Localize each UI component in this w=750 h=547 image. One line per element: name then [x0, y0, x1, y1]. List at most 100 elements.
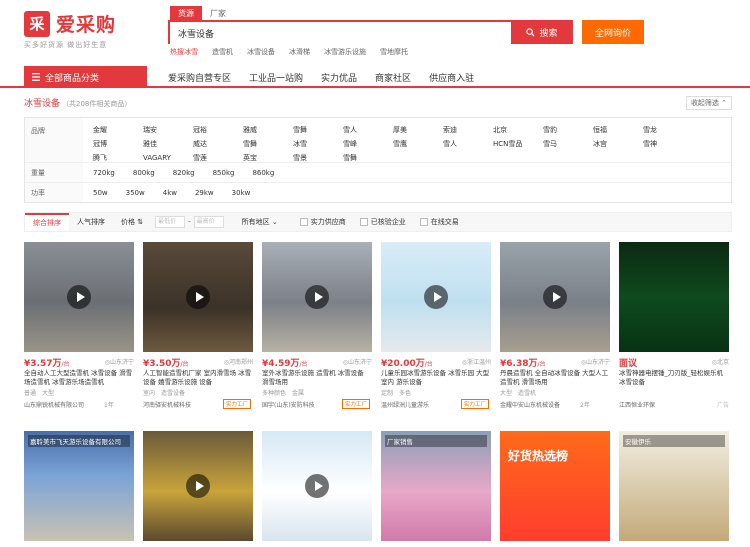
filter-option[interactable]: 4kw [163, 186, 177, 200]
hot-term[interactable]: 冰雪设备 [247, 47, 275, 57]
filter-option[interactable]: 29kw [195, 186, 214, 200]
filter-option[interactable]: 850kg [213, 166, 235, 180]
company-name[interactable]: 温州绿洲儿童游乐 [381, 400, 461, 409]
filter-option[interactable]: 350w [126, 186, 145, 200]
company-name[interactable]: 江西恒业环保 [619, 400, 699, 409]
checkbox[interactable] [359, 218, 368, 226]
filter-option[interactable]: 冠博 [93, 137, 143, 151]
product-card[interactable]: 嘉聆美市飞天游乐设备有限公司 [24, 431, 134, 547]
filter-option[interactable]: 冠裕 [193, 123, 243, 137]
filter-option[interactable]: 索迪 [443, 123, 493, 137]
filter-option[interactable]: 恒福 [593, 123, 643, 137]
product-image[interactable] [262, 242, 372, 352]
collapse-filters-button[interactable]: 收起筛选 ⌃ [686, 96, 732, 110]
nav-link[interactable]: 工业品一站购 [249, 71, 303, 84]
product-card[interactable]: ¥20.00万/台 ◎浙江温州 儿童乐园冰雪游乐设备 冰雪乐园 大型室内 游乐设备定… [381, 242, 491, 418]
product-card[interactable]: 安徽伊乐 [619, 431, 729, 547]
play-icon[interactable] [305, 285, 329, 309]
product-card[interactable] [262, 431, 372, 547]
all-categories-button[interactable]: 全部商品分类 [24, 66, 147, 88]
logo[interactable]: 采 爱采购 [24, 10, 116, 37]
play-icon[interactable] [67, 285, 91, 309]
filter-option[interactable]: HCN雪品 [493, 137, 543, 151]
filter-option[interactable]: 820kg [173, 166, 195, 180]
product-image[interactable]: 好货热选榜 [500, 431, 610, 541]
play-icon[interactable] [186, 285, 210, 309]
filter-option[interactable]: 雪鹰 [393, 137, 443, 151]
product-image[interactable] [262, 431, 372, 541]
filter-option[interactable]: 雅威 [243, 123, 293, 137]
sort-default[interactable]: 综合排序 [25, 213, 69, 231]
product-card[interactable] [143, 431, 253, 547]
company-name[interactable]: 金耀中安山东机械设备 [500, 400, 580, 409]
filter-option[interactable]: 雪舞 [243, 137, 293, 151]
company-name[interactable]: 山东鼎锐机械有限公司 [24, 400, 104, 409]
company-name[interactable]: 国宇(山东)安防科技 [262, 400, 342, 409]
product-image[interactable] [24, 242, 134, 352]
filter-option[interactable]: 北京 [493, 123, 543, 137]
search-tab-factory[interactable]: 厂家 [202, 6, 234, 21]
filter-option[interactable]: 雪人 [443, 137, 493, 151]
filter-option[interactable]: 雪龙 [643, 123, 693, 137]
filter-option[interactable]: 雪人 [343, 123, 393, 137]
hot-term[interactable]: 冰雪游乐设施 [324, 47, 366, 57]
filter-option[interactable]: 冰宫 [593, 137, 643, 151]
nav-link[interactable]: 爱采购自营专区 [168, 71, 231, 84]
product-image[interactable]: 嘉聆美市飞天游乐设备有限公司 [24, 431, 134, 541]
product-image[interactable]: 安徽伊乐 [619, 431, 729, 541]
filter-option[interactable]: 30kw [232, 186, 251, 200]
filter-option[interactable]: 冰雪 [293, 137, 343, 151]
price-max-input[interactable]: 最高价 [193, 216, 224, 228]
play-icon[interactable] [543, 285, 567, 309]
search-tab-goods[interactable]: 货源 [170, 6, 202, 21]
product-image[interactable] [619, 242, 729, 352]
filter-option[interactable]: 厚美 [393, 123, 443, 137]
filter-option[interactable]: 雪峰 [343, 137, 393, 151]
product-title[interactable]: 人工智能造雪机厂家 室内滑雪场 冰雪设备 嬉雪游乐设施 设备 [143, 369, 253, 387]
search-input[interactable] [170, 23, 511, 44]
product-card[interactable]: 厂家销售 [381, 431, 491, 547]
product-title[interactable]: 儿童乐园冰雪游乐设备 冰雪乐园 大型室内 游乐设备 [381, 369, 491, 387]
hot-term[interactable]: 冰滑梯 [289, 47, 310, 57]
company-name[interactable]: 河南驿安机械科技 [143, 400, 223, 409]
filter-option[interactable]: 720kg [93, 166, 115, 180]
filter-option[interactable]: 瑞安 [143, 123, 193, 137]
hot-term[interactable]: 雪地摩托 [380, 47, 408, 57]
region-select[interactable]: 所有地区 ⌄ [234, 213, 286, 231]
nav-link[interactable]: 商家社区 [375, 71, 411, 84]
product-card[interactable]: 好货热选榜 [500, 431, 610, 547]
play-icon[interactable] [424, 285, 448, 309]
product-title[interactable]: 丹晨造雪机 全自动冰雪设备 大型人工造雪机 滑雪场用 [500, 369, 610, 387]
product-image[interactable] [143, 242, 253, 352]
product-card[interactable]: ¥6.38万/台 ◎山东济宁 丹晨造雪机 全自动冰雪设备 大型人工造雪机 滑雪场用大… [500, 242, 610, 418]
product-title[interactable]: 全自动人工大型造雪机 冰雪设备 滑雪场造雪机 冰雪游乐场造雪机 [24, 369, 134, 387]
filter-verified-supplier[interactable]: 实力供应商 [299, 217, 346, 227]
filter-option[interactable]: 雪豹 [543, 123, 593, 137]
filter-option[interactable]: 雅佳 [143, 137, 193, 151]
nav-link[interactable]: 实力优品 [321, 71, 357, 84]
sort-popularity[interactable]: 人气排序 [69, 213, 113, 231]
filter-option[interactable]: 威达 [193, 137, 243, 151]
filter-option[interactable]: 雪神 [643, 137, 693, 151]
nav-link[interactable]: 供应商入驻 [429, 71, 474, 84]
filter-option[interactable]: 雪马 [543, 137, 593, 151]
product-card[interactable]: ¥3.57万/台 ◎山东济宁 全自动人工大型造雪机 冰雪设备 滑雪场造雪机 冰雪游乐… [24, 242, 134, 418]
hot-term[interactable]: 造雪机 [212, 47, 233, 57]
search-button[interactable]: 搜索 [511, 20, 573, 44]
filter-option[interactable]: 800kg [133, 166, 155, 180]
price-min-input[interactable]: 最低价 [155, 216, 186, 228]
product-image[interactable] [381, 242, 491, 352]
sort-price[interactable]: 价格 ⇅ [113, 213, 151, 231]
filter-option[interactable]: 50w [93, 186, 108, 200]
product-image[interactable] [500, 242, 610, 352]
product-card[interactable]: 面议 ◎北京 冰雪神器电摆锤_刀刃版_轻松娱乐机 冰雪设备 江西恒业环保 广告 [619, 242, 729, 418]
product-image[interactable] [143, 431, 253, 541]
product-title[interactable]: 冰雪神器电摆锤_刀刃版_轻松娱乐机 冰雪设备 [619, 369, 729, 387]
filter-option[interactable]: 金耀 [93, 123, 143, 137]
checkbox[interactable] [419, 218, 428, 226]
play-icon[interactable] [186, 474, 210, 498]
play-icon[interactable] [305, 474, 329, 498]
checkbox[interactable] [299, 218, 308, 226]
product-card[interactable]: ¥4.59万/台 ◎山东济宁 室外冰雪游乐设施 造雪机 冰雪设备 滑雪场用 多种颜色金… [262, 242, 372, 418]
filter-option[interactable]: 雪舞 [293, 123, 343, 137]
